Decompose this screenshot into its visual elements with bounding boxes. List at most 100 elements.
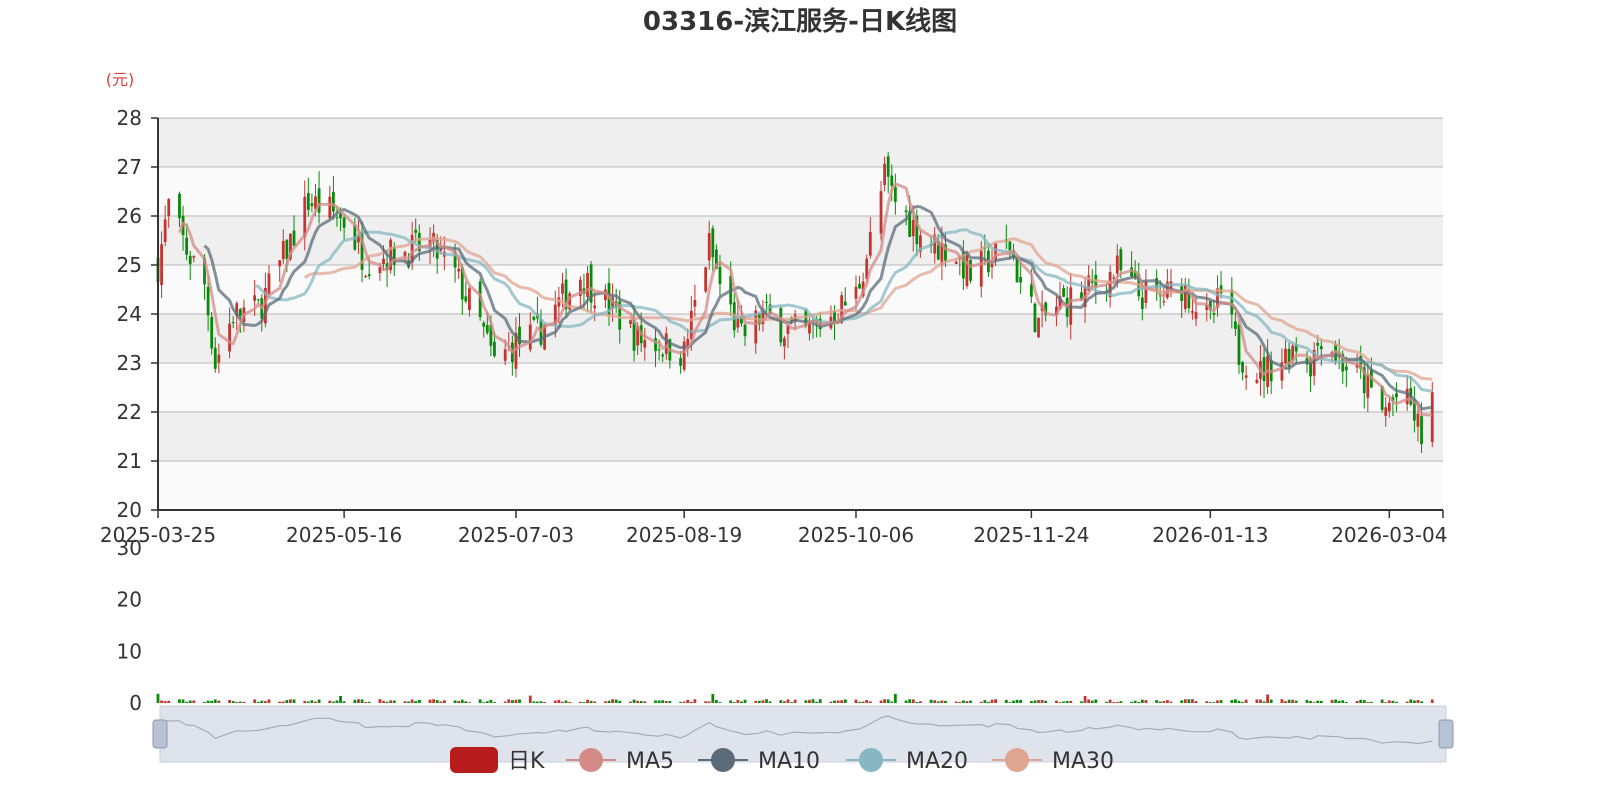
volume-bar xyxy=(865,700,869,703)
candle-body xyxy=(364,275,368,277)
volume-bar xyxy=(178,699,181,703)
candle-body xyxy=(886,156,890,177)
volume-bar xyxy=(256,701,260,703)
volume-bar xyxy=(1194,701,1198,703)
candle-body xyxy=(879,191,883,234)
volume-bar xyxy=(1183,699,1187,703)
candle-body xyxy=(335,217,339,219)
candle-body xyxy=(707,233,711,261)
volume-bar xyxy=(1008,702,1012,703)
legend-item-dayk[interactable]: 日K xyxy=(450,747,545,774)
volume-bar xyxy=(1330,699,1334,703)
volume-bar xyxy=(654,700,657,703)
volume-bar xyxy=(203,702,206,703)
volume-bar xyxy=(1019,699,1023,703)
candle-body xyxy=(228,323,231,352)
legend-item-ma20[interactable]: MA20 xyxy=(846,748,968,774)
volume-bar xyxy=(1430,699,1434,703)
volume-bar xyxy=(428,699,432,703)
volume-bar xyxy=(536,701,539,703)
volume-bar xyxy=(765,699,768,703)
volume-bar xyxy=(693,699,697,703)
candle-body xyxy=(743,324,747,337)
volume-bar xyxy=(604,701,607,703)
volume-bar xyxy=(1055,700,1058,703)
volume-bar xyxy=(281,701,285,703)
candle-body xyxy=(1029,284,1033,297)
volume-bar xyxy=(210,700,214,703)
volume-bar xyxy=(1241,701,1244,703)
y-tick-label: 24 xyxy=(117,302,142,326)
kline-chart: 03316-滨江服务-日K线图 (元) 28 27 26 25 24 23 22 21 20 2… xyxy=(100,6,1454,774)
candle-body xyxy=(267,273,271,295)
volume-bar xyxy=(167,700,171,703)
candle-body xyxy=(1430,392,1434,443)
volume-bar xyxy=(510,700,514,703)
volume-bar xyxy=(1140,699,1144,703)
candle-body xyxy=(1262,357,1266,381)
volume-bar xyxy=(682,701,686,703)
candle-body xyxy=(593,305,597,309)
volume-bar xyxy=(854,699,858,703)
volume-bar xyxy=(503,701,507,703)
legend-item-ma10[interactable]: MA10 xyxy=(698,748,820,774)
volume-bar xyxy=(689,701,693,703)
y-axis-unit: (元) xyxy=(106,70,135,89)
candle-body xyxy=(160,244,163,286)
volume-bar xyxy=(457,701,461,703)
volume-bar xyxy=(614,699,618,703)
volume-bar xyxy=(1420,701,1423,703)
volume-bar xyxy=(489,699,493,703)
volume-bar xyxy=(954,701,958,703)
volume-bar xyxy=(840,700,844,703)
candle-body xyxy=(1284,348,1287,364)
volume-y-ticks: 30 20 10 0 xyxy=(117,536,142,715)
candle-body xyxy=(1416,413,1420,427)
candle-body xyxy=(188,255,192,265)
volume-bar xyxy=(378,699,382,703)
candle-body xyxy=(1387,402,1391,412)
x-axis-ticks: 2025-03-25 2025-05-16 2025-07-03 2025-08-19… xyxy=(100,510,1447,547)
volume-bar xyxy=(382,700,385,703)
volume-bar xyxy=(1405,701,1409,703)
volume-bar xyxy=(1366,702,1370,703)
candle-body xyxy=(969,259,972,281)
candle-body xyxy=(858,283,861,289)
volume-bar xyxy=(1269,699,1273,703)
volume-bar xyxy=(1130,701,1133,703)
volume-bar xyxy=(718,702,722,703)
y-tick-label: 23 xyxy=(117,351,142,375)
candle-body xyxy=(779,307,783,343)
volume-bar xyxy=(1355,700,1359,703)
x-tick-label: 2025-11-24 xyxy=(973,523,1089,547)
volume-bar xyxy=(861,701,865,703)
candle-body xyxy=(310,203,314,207)
x-tick-label: 2025-08-19 xyxy=(626,523,742,547)
volume-bar xyxy=(1309,700,1312,703)
volume-bar xyxy=(858,701,861,703)
volume-bar xyxy=(843,699,847,703)
volume-bar xyxy=(403,701,407,703)
volume-tick-label: 10 xyxy=(117,639,142,663)
legend-item-ma30[interactable]: MA30 xyxy=(992,748,1114,774)
volume-bar xyxy=(611,699,614,703)
volume-bar xyxy=(263,701,267,703)
volume-bar xyxy=(911,699,915,703)
volume-bar xyxy=(1341,700,1345,703)
volume-bar xyxy=(944,700,947,703)
candle-body xyxy=(1140,297,1144,310)
candle-body xyxy=(482,322,486,327)
volume-bar xyxy=(1412,700,1416,703)
volume-bar xyxy=(1165,700,1169,703)
x-tick-label: 2026-01-13 xyxy=(1152,523,1268,547)
volume-bar xyxy=(1105,701,1108,703)
volume-bar xyxy=(1359,699,1363,703)
volume-bar xyxy=(360,699,364,703)
candle-body xyxy=(414,229,418,233)
chart-title: 03316-滨江服务-日K线图 xyxy=(643,6,957,37)
volume-bar xyxy=(664,700,668,703)
volume-bar xyxy=(607,700,611,703)
candle-body xyxy=(285,239,289,260)
volume-bar xyxy=(485,701,489,703)
volume-bar xyxy=(228,700,231,703)
